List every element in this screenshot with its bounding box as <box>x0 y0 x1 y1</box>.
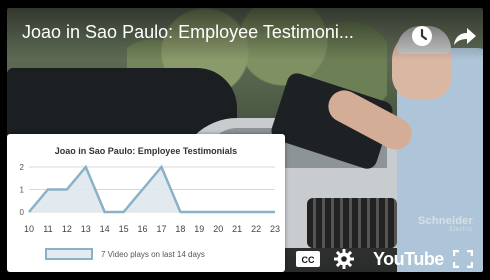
share-icon[interactable] <box>452 24 478 48</box>
x-tick-label: 14 <box>100 224 110 234</box>
fullscreen-icon <box>453 250 473 268</box>
x-tick-label: 22 <box>251 224 261 234</box>
x-tick-label: 11 <box>43 224 52 234</box>
x-tick-label: 15 <box>119 224 129 234</box>
car-grille <box>307 198 397 248</box>
x-tick-label: 20 <box>213 224 223 234</box>
fullscreen-button[interactable] <box>453 246 473 272</box>
video-title[interactable]: Joao in Sao Paulo: Employee Testimoni... <box>22 22 354 43</box>
brand-name: Schneider <box>418 215 473 227</box>
clock-icon[interactable] <box>410 24 434 48</box>
captions-button[interactable]: CC <box>295 246 321 272</box>
y-tick-label: 2 <box>20 163 25 172</box>
x-tick-label: 12 <box>62 224 72 234</box>
x-tick-label: 16 <box>138 224 148 234</box>
chart-legend: 7 Video plays on last 14 days <box>45 248 205 260</box>
x-tick-label: 23 <box>270 224 280 234</box>
x-tick-label: 13 <box>81 224 91 234</box>
gear-icon <box>334 249 354 269</box>
x-tick-label: 18 <box>175 224 185 234</box>
youtube-logo[interactable]: YouTube <box>373 246 444 272</box>
x-tick-label: 21 <box>232 224 242 234</box>
x-tick-label: 17 <box>156 224 166 234</box>
captions-icon: CC <box>296 251 320 267</box>
x-tick-label: 19 <box>194 224 204 234</box>
legend-label: 7 Video plays on last 14 days <box>101 249 205 259</box>
player-controls: CC YouTube <box>285 246 483 272</box>
plays-chart: Joao in Sao Paulo: Employee Testimonials… <box>7 134 285 272</box>
brand-logo: Schneider Electric <box>418 215 473 233</box>
settings-button[interactable] <box>333 246 355 272</box>
y-tick-label: 0 <box>20 208 25 217</box>
captions-label: CC <box>302 255 315 265</box>
legend-swatch <box>45 248 93 260</box>
x-tick-label: 10 <box>24 224 34 234</box>
brand-subname: Electric <box>449 227 473 233</box>
y-tick-label: 1 <box>20 186 25 195</box>
